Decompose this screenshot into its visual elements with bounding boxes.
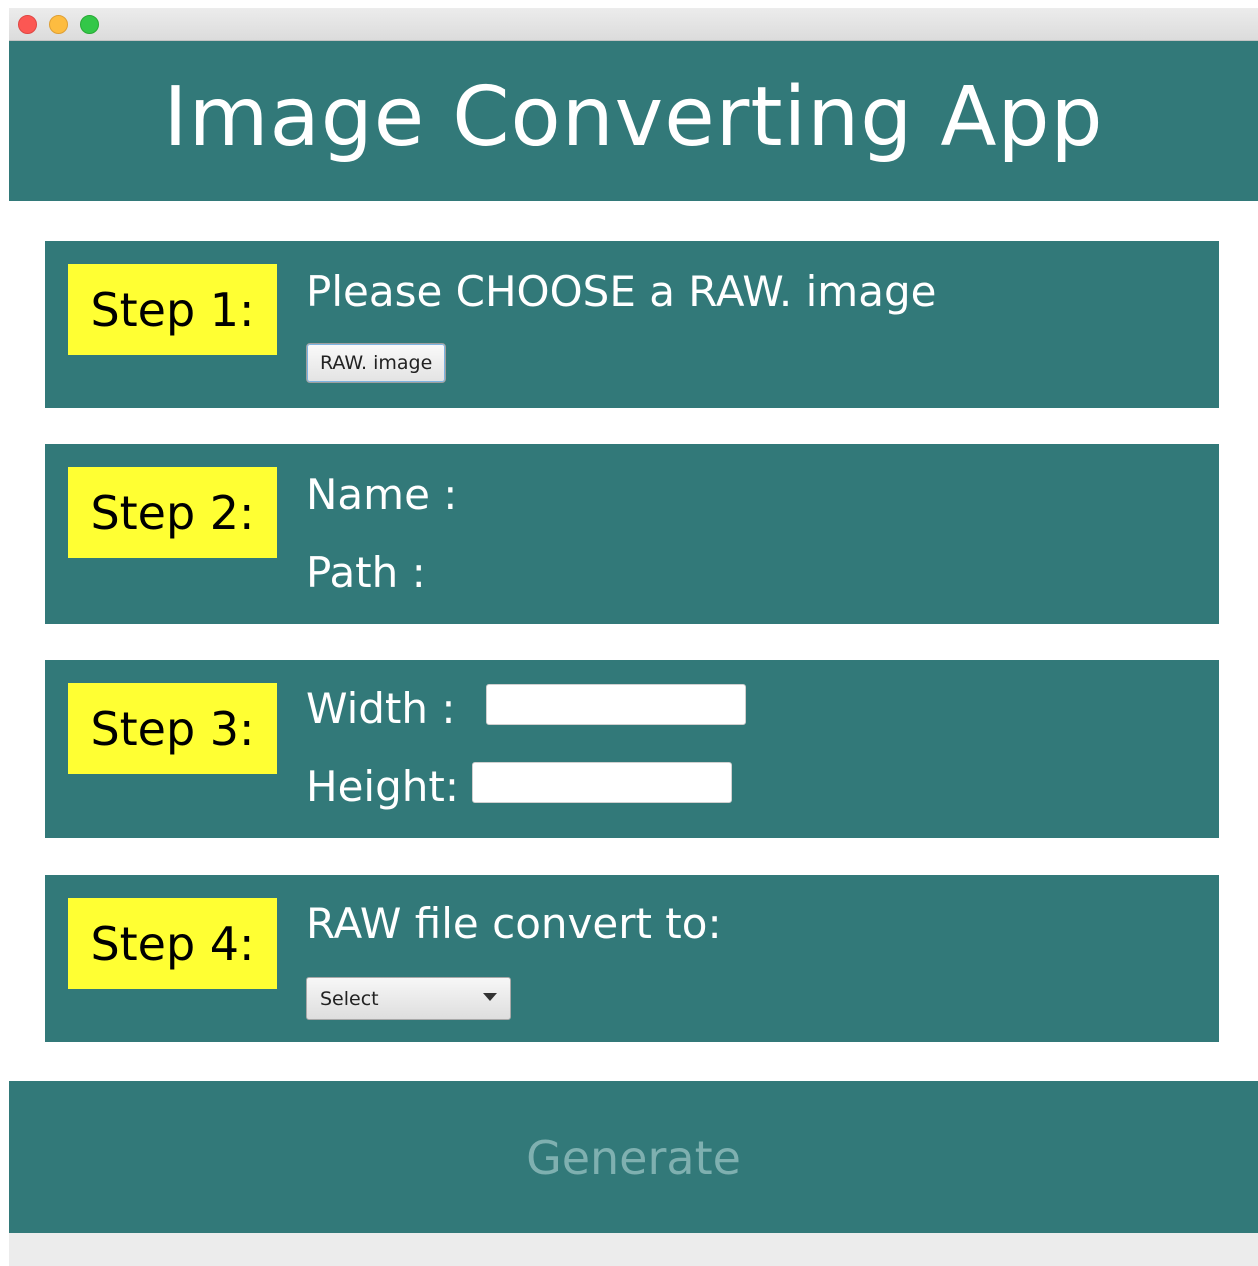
path-label: Path : — [306, 548, 426, 597]
step-3-badge: Step 3: — [68, 683, 277, 774]
width-label: Width : — [306, 684, 456, 733]
window-bottom-strip — [9, 1233, 1258, 1266]
chevron-down-icon — [483, 993, 497, 1001]
height-label: Height: — [306, 762, 459, 811]
window-titlebar[interactable] — [9, 8, 1258, 41]
convert-to-instruction: RAW file convert to: — [306, 899, 722, 948]
close-icon[interactable] — [18, 15, 37, 34]
app-title: Image Converting App — [163, 69, 1104, 165]
generate-button-label: Generate — [526, 1131, 741, 1185]
generate-button[interactable]: Generate — [9, 1081, 1258, 1233]
step-4-badge: Step 4: — [68, 898, 277, 989]
step-1-panel: Step 1: Please CHOOSE a RAW. image RAW. … — [45, 241, 1219, 408]
app-header: Image Converting App — [9, 41, 1258, 201]
format-select-value: Select — [320, 987, 379, 1010]
height-input[interactable] — [472, 762, 732, 803]
raw-image-button[interactable]: RAW. image — [306, 343, 447, 383]
format-select[interactable]: Select — [306, 977, 511, 1020]
step-2-badge: Step 2: — [68, 467, 277, 558]
width-input[interactable] — [486, 684, 746, 725]
step-2-panel: Step 2: Name : Path : — [45, 444, 1219, 624]
choose-raw-instruction: Please CHOOSE a RAW. image — [306, 267, 937, 316]
raw-image-button-label: RAW. image — [320, 352, 433, 374]
name-label: Name : — [306, 470, 458, 519]
maximize-icon[interactable] — [80, 15, 99, 34]
step-1-badge: Step 1: — [68, 264, 277, 355]
app-window: Image Converting App Step 1: Please CHOO… — [9, 8, 1258, 1266]
minimize-icon[interactable] — [49, 15, 68, 34]
step-3-panel: Step 3: Width : Height: — [45, 660, 1219, 838]
step-4-panel: Step 4: RAW file convert to: Select — [45, 875, 1219, 1042]
